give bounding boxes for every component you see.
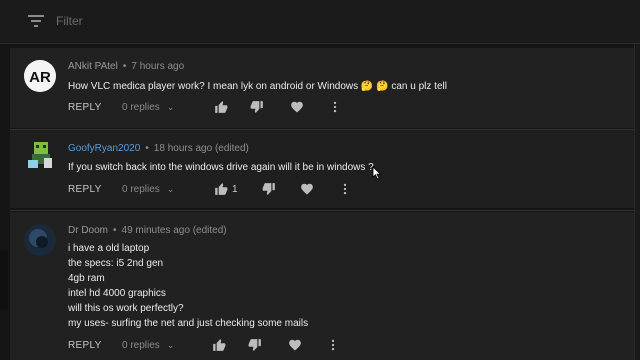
replies-toggle[interactable]: 0 replies ⌄ bbox=[122, 340, 174, 351]
author-name[interactable]: ANkit PAtel bbox=[68, 61, 118, 72]
comment-item: Dr Doom • 49 minutes ago (edited) i have a… bbox=[10, 212, 634, 360]
filter-input[interactable] bbox=[56, 14, 596, 28]
comment-meta: GoofyRyan2020 • 18 hours ago (edited) bbox=[68, 143, 249, 154]
author-name[interactable]: GoofyRyan2020 bbox=[68, 143, 140, 154]
comment-line: the specs: i5 2nd gen bbox=[68, 258, 164, 269]
replies-toggle[interactable]: 0 replies ⌄ bbox=[122, 102, 174, 113]
comment-line: will this os work perfectly? bbox=[68, 303, 184, 314]
comment-line: 4gb ram bbox=[68, 273, 105, 284]
replies-toggle[interactable]: 0 replies ⌄ bbox=[122, 184, 174, 195]
comment-line: i have a old laptop bbox=[68, 243, 150, 254]
thumbs-up-icon[interactable] bbox=[212, 338, 226, 352]
reply-button[interactable]: REPLY bbox=[68, 340, 102, 351]
chevron-down-icon: ⌄ bbox=[166, 102, 175, 112]
comment-time[interactable]: 49 minutes ago bbox=[122, 225, 190, 236]
filter-bar bbox=[0, 0, 640, 44]
edited-label: (edited) bbox=[214, 143, 249, 154]
scrollbar[interactable] bbox=[634, 44, 640, 360]
like-count: 1 bbox=[232, 184, 238, 195]
avatar[interactable] bbox=[24, 224, 56, 256]
avatar[interactable]: AR bbox=[24, 60, 56, 92]
comment-time[interactable]: 18 hours ago bbox=[154, 143, 212, 154]
comment-line: my uses- surfing the net and just checki… bbox=[68, 318, 309, 329]
comment-text: If you switch back into the windows driv… bbox=[68, 162, 374, 173]
comment-text: i have a old laptop the specs: i5 2nd ge… bbox=[68, 241, 308, 331]
comment-meta: ANkit PAtel • 7 hours ago bbox=[68, 61, 185, 72]
reply-button[interactable]: REPLY bbox=[68, 102, 102, 113]
chevron-down-icon: ⌄ bbox=[166, 340, 175, 350]
thumbs-down-icon[interactable] bbox=[262, 182, 276, 196]
thumbs-down-icon[interactable] bbox=[250, 100, 264, 114]
more-vertical-icon[interactable] bbox=[326, 338, 340, 352]
chevron-down-icon: ⌄ bbox=[166, 184, 175, 194]
comment-item: GoofyRyan2020 • 18 hours ago (edited) If y… bbox=[10, 130, 634, 208]
edited-label: (edited) bbox=[192, 225, 227, 236]
thumbs-up-icon[interactable] bbox=[214, 100, 228, 114]
avatar[interactable] bbox=[24, 140, 56, 172]
svg-text:AR: AR bbox=[29, 69, 51, 86]
reply-button[interactable]: REPLY bbox=[68, 184, 102, 195]
mouse-cursor-icon bbox=[372, 166, 382, 180]
divider bbox=[10, 210, 634, 211]
comment-time[interactable]: 7 hours ago bbox=[131, 61, 184, 72]
side-strip bbox=[0, 250, 8, 310]
more-vertical-icon[interactable] bbox=[328, 100, 342, 114]
heart-icon[interactable] bbox=[288, 338, 302, 352]
more-vertical-icon[interactable] bbox=[338, 182, 352, 196]
heart-icon[interactable] bbox=[300, 182, 314, 196]
comment-text: How VLC medica player work? I mean lyk o… bbox=[68, 81, 447, 92]
heart-icon[interactable] bbox=[290, 100, 304, 114]
filter-icon[interactable] bbox=[28, 15, 44, 27]
comment-item: AR ANkit PAtel • 7 hours ago How VLC medic… bbox=[10, 48, 634, 128]
author-name[interactable]: Dr Doom bbox=[68, 225, 108, 236]
thumbs-down-icon[interactable] bbox=[248, 338, 262, 352]
comment-line: intel hd 4000 graphics bbox=[68, 288, 166, 299]
thumbs-up-icon[interactable] bbox=[214, 182, 228, 196]
comment-meta: Dr Doom • 49 minutes ago (edited) bbox=[68, 225, 227, 236]
